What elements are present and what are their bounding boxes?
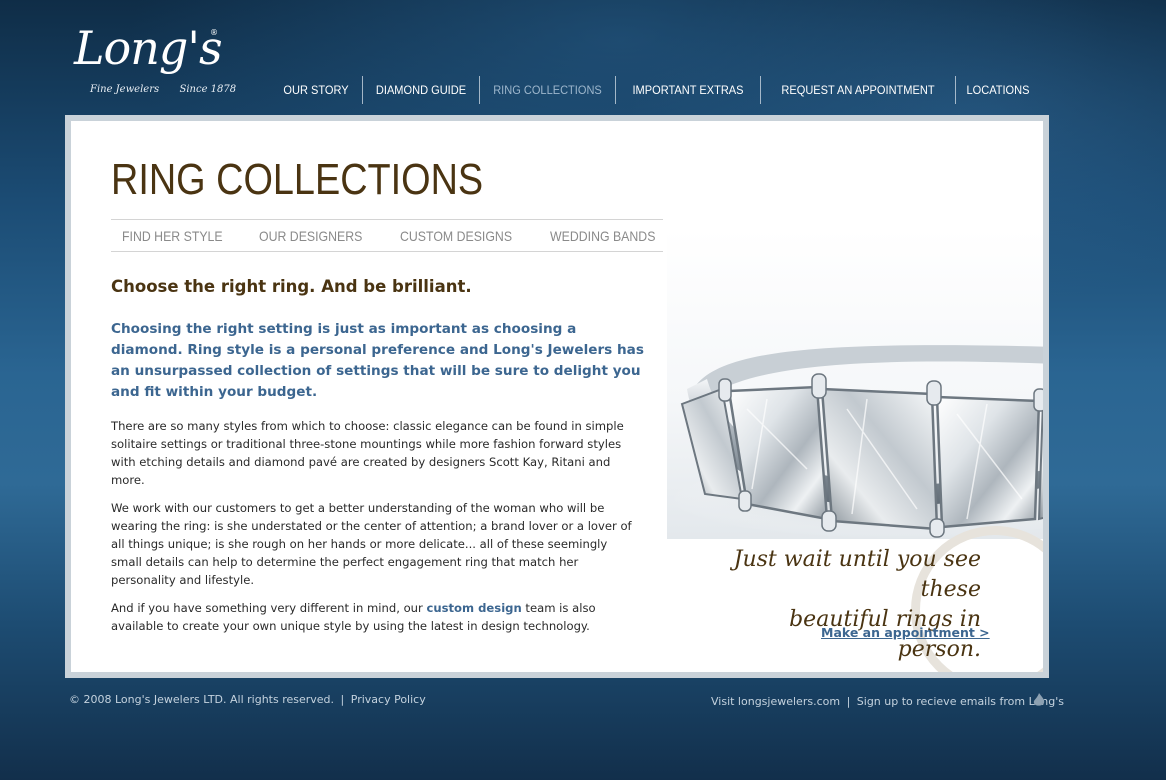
copyright-text: © 2008 Long's Jewelers LTD. All rights r… [69,693,335,706]
nav-divider [479,76,480,104]
nav-locations[interactable]: LOCATIONS [959,75,1036,105]
nav-request-appointment[interactable]: REQUEST AN APPOINTMENT [769,75,947,105]
nav-our-story[interactable]: OUR STORY [274,75,359,105]
visit-site-link[interactable]: Visit longsjewelers.com [711,695,840,708]
content-panel: RING COLLECTIONS FIND HER STYLE OUR DESI… [65,115,1049,678]
privacy-policy-link[interactable]: Privacy Policy [351,693,426,706]
subnav-our-designers[interactable]: OUR DESIGNERS [259,228,362,244]
nav-divider [955,76,956,104]
nav-divider [760,76,761,104]
eternity-ring-image [667,345,1043,539]
main-nav: OUR STORY DIAMOND GUIDE RING COLLECTIONS… [270,75,1040,105]
footer-left: © 2008 Long's Jewelers LTD. All rights r… [69,693,426,706]
tagline-fine-jewelers: Fine Jewelers [90,84,160,95]
nav-divider [362,76,363,104]
logo-tagline: Fine Jewelers Since 1878 [90,84,240,95]
sub-nav: FIND HER STYLE OUR DESIGNERS CUSTOM DESI… [111,219,663,252]
body-paragraph-2: We work with our customers to get a bett… [111,501,632,587]
nav-divider [615,76,616,104]
promo-script-text: Just wait until you see these beautiful … [731,545,981,665]
paragraph-3-text-before: And if you have something very different… [111,601,427,615]
subnav-custom-designs[interactable]: CUSTOM DESIGNS [400,228,512,244]
flame-icon [1033,693,1045,706]
footer-separator: | [846,695,851,708]
tagline-since: Since 1878 [179,84,237,95]
nav-diamond-guide[interactable]: DIAMOND GUIDE [368,75,475,105]
registered-mark: ® [210,28,218,37]
longs-logo[interactable]: Long's ® Fine Jewelers Since 1878 [74,18,236,98]
custom-design-link[interactable]: custom design [426,601,521,615]
footer-right: Visit longsjewelers.com | Sign up to rec… [711,695,1064,708]
promo-line-1: Just wait until you see these [733,547,981,602]
section-headline: Choose the right ring. And be brilliant. [111,277,472,296]
nav-important-extras[interactable]: IMPORTANT EXTRAS [622,75,754,105]
logo-wordmark: Long's [74,21,223,75]
make-appointment-link[interactable]: Make an appointment > [821,625,990,640]
footer-separator: | [340,693,345,706]
body-paragraph-3: And if you have something very different… [111,599,639,635]
ring-photo [667,229,1043,539]
body-paragraph-1: There are so many styles from which to c… [111,419,624,487]
nav-ring-collections[interactable]: RING COLLECTIONS [485,75,609,105]
subnav-find-her-style[interactable]: FIND HER STYLE [122,228,223,244]
content-area: RING COLLECTIONS FIND HER STYLE OUR DESI… [71,121,1043,672]
page-title: RING COLLECTIONS [111,155,484,204]
subnav-wedding-bands[interactable]: WEDDING BANDS [550,228,655,244]
lead-paragraph: Choosing the right setting is just as im… [111,321,644,400]
